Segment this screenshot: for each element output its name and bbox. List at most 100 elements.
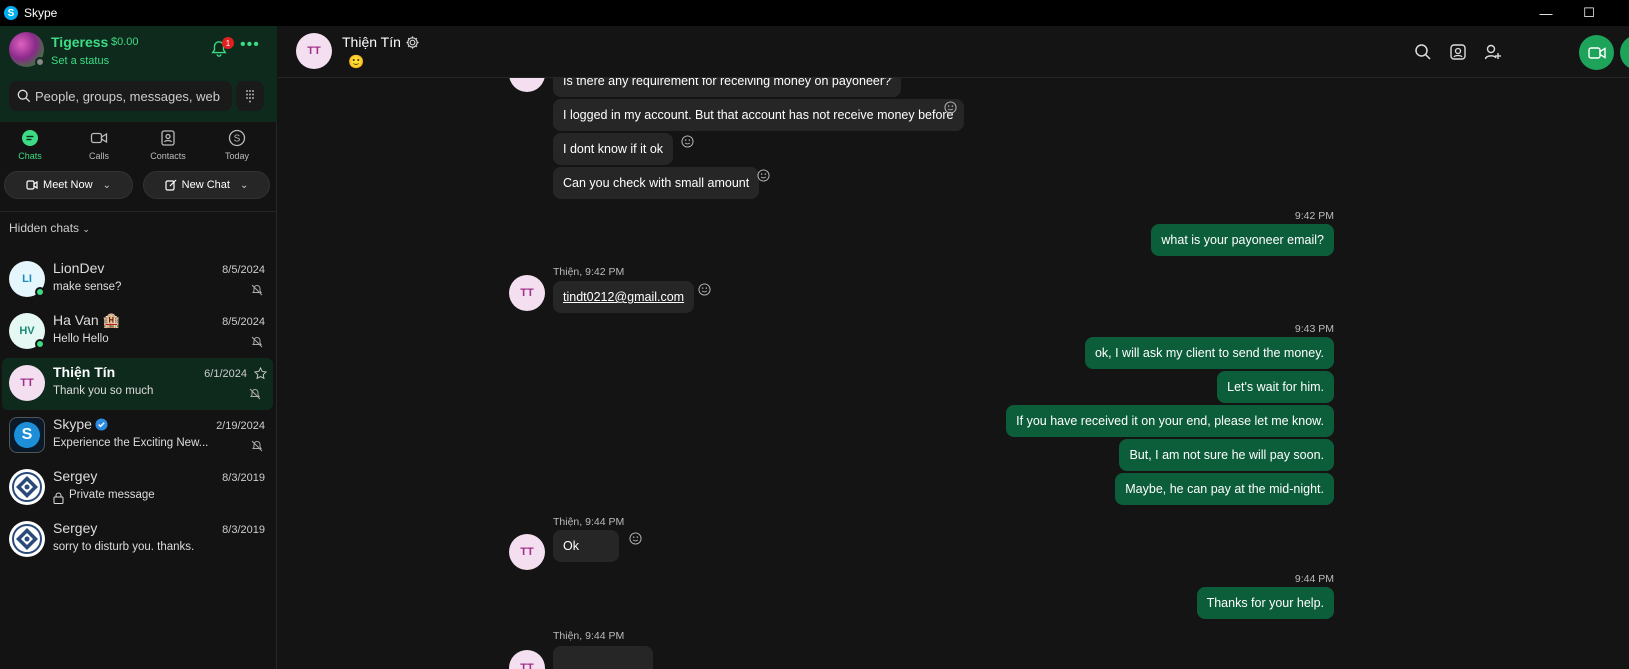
outgoing-message[interactable]: Thanks for your help. — [1196, 587, 1334, 619]
gear-icon[interactable] — [405, 35, 420, 50]
muted-bell-icon — [251, 284, 263, 296]
window-title: Skype — [24, 6, 58, 20]
profile-balance[interactable]: $0.00 — [111, 36, 139, 48]
maximize-button[interactable]: ☐ — [1569, 0, 1609, 26]
search-bar[interactable] — [9, 81, 232, 111]
chat-list-item[interactable]: HV Ha Van 🏨 8/5/2024 Hello Hello — [0, 306, 277, 358]
meet-now-button[interactable]: Meet Now ⌄ — [4, 171, 133, 199]
star-icon[interactable] — [254, 367, 267, 380]
hidden-chats-label: Hidden chats — [9, 221, 80, 235]
email-link-message[interactable]: tindt0212@gmail.com — [553, 281, 695, 313]
search-icon[interactable] — [1414, 43, 1432, 61]
video-call-button[interactable] — [1579, 35, 1614, 70]
chat-list-item[interactable]: Sergey 8/3/2019 Private message — [0, 462, 277, 514]
smiley-react-icon[interactable] — [698, 283, 711, 296]
incoming-message[interactable]: I dont know if it ok — [553, 133, 674, 165]
sender-timestamp: Thiện, 9:44 PM — [553, 630, 625, 642]
contact-name[interactable]: Thiện Tín — [342, 34, 401, 50]
more-options-button[interactable]: ••• — [240, 36, 260, 54]
chevron-down-icon: ⌄ — [82, 224, 90, 234]
chevron-down-icon: ⌄ — [239, 179, 249, 191]
outgoing-message[interactable]: ok, I will ask my client to send the mon… — [1084, 337, 1334, 369]
chat-name: Thiện Tín — [53, 364, 116, 380]
tab-contacts[interactable]: Contacts — [138, 126, 198, 174]
dialpad-button[interactable] — [236, 81, 264, 111]
tab-today[interactable]: S Today — [207, 126, 267, 174]
outgoing-message[interactable]: But, I am not sure he will pay soon. — [1119, 439, 1334, 471]
chevron-down-icon: ⌄ — [102, 179, 111, 191]
chat-preview: Experience the Exciting New... — [53, 437, 209, 449]
smiley-react-icon[interactable] — [757, 169, 770, 182]
smiley-react-icon[interactable] — [944, 101, 957, 114]
incoming-message[interactable]: Can you check with small amount — [553, 167, 760, 199]
outgoing-message[interactable]: If you have received it on your end, ple… — [1006, 405, 1334, 437]
skype-logo-icon: S — [4, 6, 18, 20]
video-camera-icon — [1587, 46, 1606, 59]
incoming-message[interactable]: I logged in my account. But that account… — [553, 99, 964, 131]
outgoing-message[interactable]: Let's wait for him. — [1217, 371, 1334, 403]
profile-name[interactable]: Tigeress — [51, 34, 108, 50]
notification-badge: 1 — [222, 37, 234, 49]
chat-preview: Thank you so much — [53, 385, 154, 397]
online-indicator — [35, 287, 45, 297]
smiley-react-icon[interactable] — [629, 532, 642, 545]
smiley-react-icon[interactable] — [884, 78, 897, 79]
chat-preview: Hello Hello — [53, 333, 109, 345]
nav-tabs: Chats Calls Contacts S Today — [0, 126, 277, 174]
tab-chats[interactable]: Chats — [0, 126, 60, 174]
message-area[interactable]: TT Is there any requirement for receivin… — [278, 78, 1629, 669]
outgoing-message[interactable]: Maybe, he can pay at the mid-night. — [1115, 473, 1334, 505]
chat-date: 2/19/2024 — [216, 420, 265, 432]
avatar — [9, 469, 45, 505]
set-status-link[interactable]: Set a status — [51, 55, 109, 67]
chat-date: 8/5/2024 — [222, 264, 265, 276]
contact-avatar[interactable]: TT — [296, 33, 332, 69]
tab-calls[interactable]: Calls — [69, 126, 129, 174]
chat-list-item[interactable]: S Skype 2/19/2024 Experience the Excitin… — [0, 410, 277, 462]
avatar-pattern-icon — [12, 524, 42, 554]
divider — [0, 211, 277, 212]
incoming-message[interactable]: Is there any requirement for receiving m… — [553, 78, 901, 97]
chat-list-item[interactable]: Sergey 8/3/2019 sorry to disturb you. th… — [0, 514, 277, 566]
chat-date: 8/5/2024 — [222, 316, 265, 328]
verified-badge-icon — [95, 418, 108, 431]
message-timestamp: 9:44 PM — [1294, 573, 1334, 585]
gallery-icon[interactable] — [1449, 43, 1467, 61]
sender-timestamp: Thiện, 9:44 PM — [553, 516, 625, 528]
avatar: TT — [9, 365, 45, 401]
new-chat-button[interactable]: New Chat ⌄ — [143, 171, 270, 199]
hidden-chats-toggle[interactable]: Hidden chats ⌄ — [9, 221, 90, 235]
skype-today-icon: S — [228, 129, 246, 147]
incoming-message-partial[interactable] — [553, 646, 653, 669]
meet-now-icon — [26, 180, 38, 190]
message-timestamp: 9:42 PM — [1294, 210, 1334, 222]
avatar — [9, 521, 45, 557]
skype-avatar: S — [9, 417, 45, 453]
meet-now-label: Meet Now — [43, 179, 93, 191]
profile-avatar[interactable] — [9, 32, 45, 67]
chat-list-item-selected[interactable]: TT Thiện Tín 6/1/2024 Thank you so much — [2, 358, 273, 410]
incoming-message[interactable]: Ok — [553, 530, 619, 562]
add-person-icon[interactable] — [1484, 43, 1502, 61]
sidebar: Tigeress $0.00 Set a status 1 ••• Chats … — [0, 26, 277, 669]
chat-date: 8/3/2019 — [222, 524, 265, 536]
search-input[interactable] — [35, 88, 225, 104]
chat-list-item[interactable]: LI LionDev 8/5/2024 make sense? — [0, 254, 277, 306]
presence-dot — [35, 57, 45, 67]
outgoing-message[interactable]: what is your payoneer email? — [1151, 224, 1334, 256]
mood-emoji: 🙂 — [348, 54, 365, 69]
chat-date: 6/1/2024 — [204, 368, 247, 380]
title-bar: S Skype — ☐ — [0, 0, 1629, 26]
chat-preview: sorry to disturb you. thanks. — [53, 541, 195, 553]
message-avatar: TT — [509, 534, 545, 570]
avatar: LI — [9, 261, 45, 297]
minimize-button[interactable]: — — [1526, 0, 1566, 26]
message-avatar: TT — [509, 650, 545, 669]
lock-icon — [53, 492, 64, 504]
chat-name: LionDev — [53, 260, 105, 276]
chats-icon — [22, 130, 38, 146]
video-camera-icon — [90, 132, 108, 144]
smiley-react-icon[interactable] — [681, 135, 694, 148]
audio-call-button[interactable] — [1620, 35, 1629, 70]
sender-timestamp: Thiện, 9:42 PM — [553, 266, 625, 278]
